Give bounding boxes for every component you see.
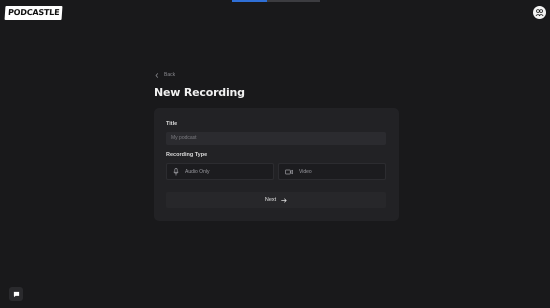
next-button[interactable]: Next bbox=[166, 192, 386, 208]
title-input[interactable]: My podcast bbox=[166, 132, 386, 145]
title-placeholder: My podcast bbox=[171, 135, 197, 141]
chat-button[interactable] bbox=[9, 287, 23, 301]
title-label: Title bbox=[166, 121, 178, 127]
audio-only-label: Audio Only bbox=[185, 168, 210, 175]
top-progress-bar bbox=[232, 0, 320, 2]
page-title: New Recording bbox=[154, 86, 245, 99]
video-option[interactable]: Video bbox=[278, 163, 386, 180]
recording-type-label: Recording Type bbox=[166, 152, 208, 158]
progress-bar-fill bbox=[232, 0, 268, 2]
microphone-icon bbox=[173, 167, 179, 175]
new-recording-form: Title My podcast Recording Type Audio On… bbox=[154, 108, 399, 221]
chevron-left-icon bbox=[155, 72, 159, 78]
video-camera-icon bbox=[285, 169, 293, 174]
video-label: Video bbox=[299, 168, 312, 175]
arrow-right-icon bbox=[281, 197, 287, 203]
back-link[interactable]: Back bbox=[155, 72, 175, 78]
chat-icon bbox=[13, 291, 19, 297]
podcastle-logo[interactable]: PODCASTLE bbox=[4, 6, 63, 20]
audio-only-option[interactable]: Audio Only bbox=[166, 163, 274, 180]
next-label: Next bbox=[264, 197, 277, 203]
user-avatar[interactable] bbox=[533, 6, 546, 19]
back-label: Back bbox=[164, 72, 176, 78]
user-group-icon bbox=[535, 9, 544, 17]
